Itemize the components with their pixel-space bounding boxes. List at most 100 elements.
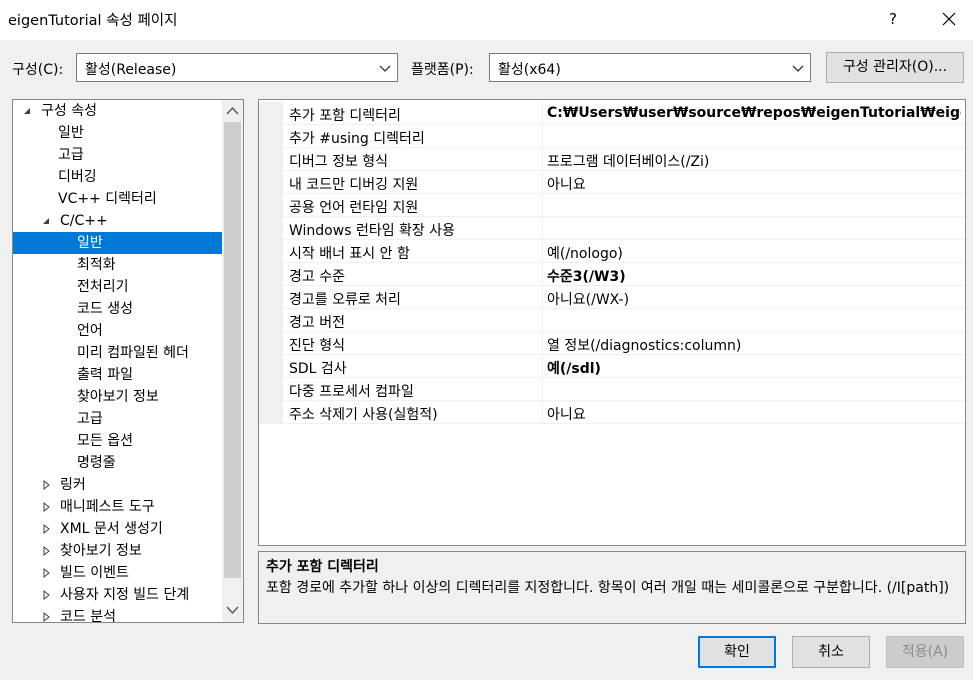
tree-item[interactable]: 모든 옵션 [77, 430, 133, 452]
tree-item-label: 명령줄 [77, 455, 116, 471]
config-manager-button[interactable]: 구성 관리자(O)... [826, 52, 964, 83]
property-row[interactable]: 경고를 오류로 처리 아니요(/WX-) [259, 286, 965, 309]
tree-item[interactable]: 구성 속성 [24, 100, 97, 122]
row-margin [259, 102, 283, 124]
help-button[interactable]: ? [880, 6, 906, 32]
property-name: 주소 삭제기 사용(실험적) [289, 407, 438, 423]
config-combo[interactable]: 활성(Release) [76, 53, 398, 82]
property-row[interactable]: 다중 프로세서 컴파일 [259, 378, 965, 401]
tree-item[interactable]: 찾아보기 정보 [77, 386, 159, 408]
column-divider [542, 401, 543, 423]
property-value[interactable]: 예(/nologo) [547, 243, 961, 263]
close-button[interactable] [934, 6, 964, 32]
scroll-thumb[interactable] [224, 122, 241, 578]
chevron-down-icon [792, 65, 804, 72]
property-value[interactable]: 열 정보(/diagnostics:column) [547, 335, 961, 355]
tree-item[interactable]: 디버깅 [58, 166, 97, 188]
property-value[interactable]: 수준3(/W3) [547, 266, 961, 286]
tree-item-label: 찾아보기 정보 [60, 543, 142, 559]
triangle-expanded-icon[interactable] [22, 106, 32, 116]
apply-button[interactable]: 적용(A) [886, 636, 964, 668]
platform-label: 플랫폼(P): [411, 62, 474, 78]
property-row[interactable]: 추가 포함 디렉터리 C:₩Users₩user₩source₩repos₩eig… [259, 102, 965, 125]
property-row[interactable]: 내 코드만 디버깅 지원 아니요 [259, 171, 965, 194]
tree-item[interactable]: 사용자 지정 빌드 단계 [43, 584, 189, 606]
column-divider [542, 378, 543, 400]
tree-scrollbar[interactable] [222, 100, 243, 622]
property-row[interactable]: 진단 형식 열 정보(/diagnostics:column) [259, 332, 965, 355]
column-divider [542, 194, 543, 216]
tree-item[interactable]: 찾아보기 정보 [43, 540, 142, 562]
tree-item[interactable]: 언어 [77, 320, 103, 342]
property-name: 다중 프로세서 컴파일 [289, 384, 414, 400]
property-row[interactable]: 시작 배너 표시 안 함 예(/nologo) [259, 240, 965, 263]
property-row[interactable]: 추가 #using 디렉터리 [259, 125, 965, 148]
property-name: 경고를 오류로 처리 [289, 292, 401, 308]
tree-item[interactable]: 코드 생성 [77, 298, 133, 320]
column-divider [542, 171, 543, 193]
row-margin [259, 355, 283, 377]
property-row[interactable]: 주소 삭제기 사용(실험적) 아니요 [259, 401, 965, 424]
scroll-up-button[interactable] [222, 101, 243, 121]
tree-item[interactable]: VC++ 디렉터리 [58, 188, 157, 210]
property-value[interactable]: C:₩Users₩user₩source₩repos₩eigenTutorial… [547, 105, 961, 121]
triangle-collapsed-icon[interactable] [41, 612, 51, 622]
property-row[interactable]: SDL 검사 예(/sdl) [259, 355, 965, 378]
scroll-down-button[interactable] [222, 600, 243, 620]
triangle-collapsed-icon[interactable] [41, 502, 51, 512]
platform-combo-value: 활성(x64) [498, 62, 561, 78]
property-row[interactable]: 경고 수준 수준3(/W3) [259, 263, 965, 286]
column-divider [542, 263, 543, 285]
ok-button[interactable]: 확인 [698, 636, 776, 668]
triangle-collapsed-icon[interactable] [41, 590, 51, 600]
config-combo-value: 활성(Release) [85, 62, 177, 78]
column-divider [542, 332, 543, 354]
tree-item[interactable]: 최적화 [77, 254, 116, 276]
tree-item[interactable]: 미리 컴파일된 헤더 [77, 342, 189, 364]
description-panel: 추가 포함 디렉터리 포함 경로에 추가할 하나 이상의 디렉터리를 지정합니다… [258, 551, 966, 624]
column-divider [542, 286, 543, 308]
row-margin [259, 125, 283, 147]
tree-item[interactable]: 고급 [77, 408, 103, 430]
column-divider [542, 355, 543, 377]
triangle-collapsed-icon[interactable] [41, 568, 51, 578]
tree-item[interactable]: 빌드 이벤트 [43, 562, 129, 584]
property-row[interactable]: 경고 버전 [259, 309, 965, 332]
row-margin [259, 148, 283, 170]
property-row[interactable]: 디버그 정보 형식 프로그램 데이터베이스(/Zi) [259, 148, 965, 171]
triangle-collapsed-icon[interactable] [41, 546, 51, 556]
property-row[interactable]: Windows 런타임 확장 사용 [259, 217, 965, 240]
property-value[interactable]: 아니요 [547, 174, 961, 194]
row-margin [259, 263, 283, 285]
row-margin [259, 171, 283, 193]
tree-item-label: 코드 분석 [60, 609, 116, 623]
tree-item[interactable]: 고급 [58, 144, 84, 166]
triangle-expanded-icon[interactable] [41, 216, 51, 226]
tree-item[interactable]: 링커 [43, 474, 86, 496]
tree-item-label: 일반 [58, 125, 84, 141]
tree-item[interactable]: 일반 [58, 122, 84, 144]
row-margin [259, 401, 283, 423]
tree-item[interactable]: 코드 분석 [43, 606, 116, 623]
property-row[interactable]: 공용 언어 런타임 지원 [259, 194, 965, 217]
property-value[interactable]: 예(/sdl) [547, 358, 961, 378]
row-margin [259, 240, 283, 262]
tree-item[interactable]: 전처리기 [77, 276, 129, 298]
column-divider [542, 148, 543, 170]
tree-item[interactable]: 명령줄 [77, 452, 116, 474]
description-title: 추가 포함 디렉터리 [266, 559, 379, 575]
tree-item[interactable]: XML 문서 생성기 [43, 518, 163, 540]
tree-item[interactable]: 일반 [13, 232, 222, 254]
tree-item-label: 매니페스트 도구 [60, 499, 155, 515]
property-value[interactable]: 아니요(/WX-) [547, 289, 961, 309]
property-value[interactable]: 아니요 [547, 404, 961, 424]
tree-item-label: 찾아보기 정보 [77, 389, 159, 405]
platform-combo[interactable]: 활성(x64) [489, 53, 811, 82]
tree-item[interactable]: 출력 파일 [77, 364, 133, 386]
cancel-button[interactable]: 취소 [792, 636, 870, 668]
tree-item[interactable]: 매니페스트 도구 [43, 496, 155, 518]
triangle-collapsed-icon[interactable] [41, 480, 51, 490]
tree-item[interactable]: C/C++ [43, 210, 108, 232]
triangle-collapsed-icon[interactable] [41, 524, 51, 534]
property-value[interactable]: 프로그램 데이터베이스(/Zi) [547, 151, 961, 171]
